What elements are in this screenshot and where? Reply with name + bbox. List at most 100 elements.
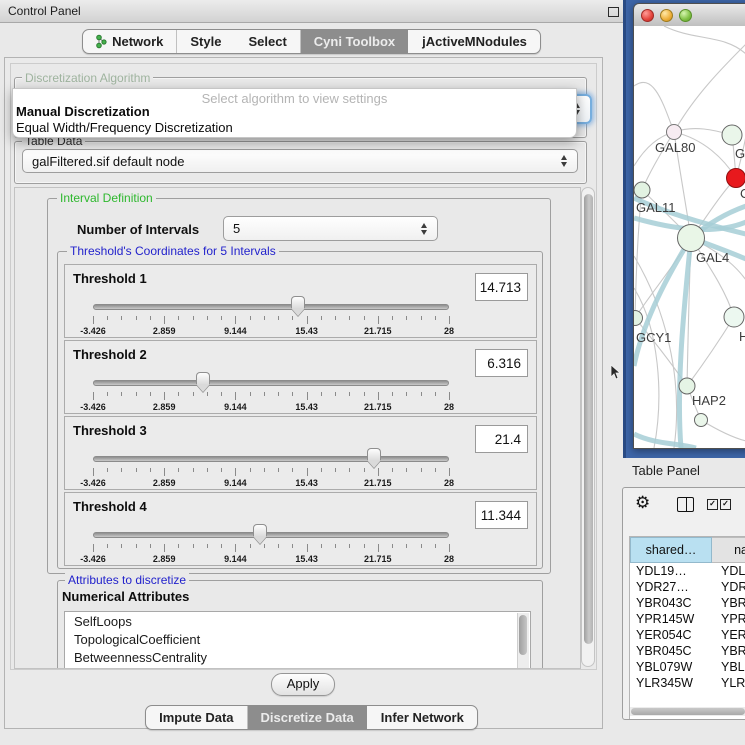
threshold-value-field[interactable]: 14.713: [475, 273, 528, 301]
table-row[interactable]: YBL079WYBL0: [630, 660, 745, 676]
network-node-gal80[interactable]: [667, 125, 682, 140]
tick-label: 28: [444, 326, 454, 336]
tick-mark: [150, 544, 151, 548]
combo-arrows-icon: [561, 155, 568, 167]
node-label: GAL80: [655, 140, 695, 155]
tick-mark: [406, 392, 407, 396]
tab-cyni-toolbox[interactable]: Cyni Toolbox: [300, 30, 408, 53]
cell-shared-name: YDL19…: [630, 564, 713, 580]
tick-mark: [207, 316, 208, 320]
minimize-traffic-light[interactable]: [660, 9, 673, 22]
number-of-intervals-combobox[interactable]: 5: [223, 216, 438, 241]
tick-mark: [264, 468, 265, 472]
close-traffic-light[interactable]: [641, 9, 654, 22]
slider-track[interactable]: [93, 380, 449, 386]
checkbox-icon[interactable]: ✓: [707, 499, 718, 510]
cell-shared-name: YPR145W: [630, 612, 713, 628]
zoom-traffic-light[interactable]: [679, 9, 692, 22]
network-edge[interactable]: [674, 44, 745, 132]
tick-mark: [178, 544, 179, 548]
table-row[interactable]: YBR045CYBR0: [630, 644, 745, 660]
algorithm-option-equal-width-frequency-discretization[interactable]: Equal Width/Frequency Discretization: [16, 120, 233, 135]
tick-mark: [449, 544, 450, 552]
network-node-c[interactable]: [727, 169, 745, 188]
tab-discretize-data[interactable]: Discretize Data: [247, 706, 367, 729]
slider-thumb[interactable]: [196, 372, 210, 393]
attribute-item-topologicalcoefficient[interactable]: TopologicalCoefficient: [65, 630, 530, 648]
attributes-scrollbar[interactable]: [517, 613, 529, 669]
cell-name: YIL0: [713, 692, 745, 693]
table-row[interactable]: YPR145WYPR1: [630, 612, 745, 628]
tab-infer-network[interactable]: Infer Network: [367, 706, 477, 729]
attributes-group-label: Attributes to discretize: [65, 573, 189, 587]
tick-mark: [349, 544, 350, 548]
network-edge[interactable]: [687, 317, 734, 386]
tab-style[interactable]: Style: [176, 30, 234, 53]
settings-vertical-scrollbar[interactable]: [581, 187, 595, 667]
tab-select[interactable]: Select: [234, 30, 299, 53]
gear-icon[interactable]: ⚙: [635, 493, 650, 513]
threshold-slider[interactable]: -3.4262.8599.14415.4321.71528: [93, 523, 449, 563]
table-row[interactable]: YER054CYER0: [630, 628, 745, 644]
network-edge[interactable]: [634, 434, 696, 448]
table-row[interactable]: YLR345WYLR3: [630, 676, 745, 692]
table-row[interactable]: YDL19…YDL1: [630, 564, 745, 580]
threshold-value-field[interactable]: 11.344: [475, 501, 528, 529]
attribute-item-betweennesscentrality[interactable]: BetweennessCentrality: [65, 648, 530, 666]
tick-mark: [107, 544, 108, 548]
slider-thumb[interactable]: [367, 448, 381, 469]
float-window-icon[interactable]: [608, 7, 619, 17]
network-node-gal4[interactable]: [678, 225, 705, 252]
threshold-value-field[interactable]: 6.316: [475, 349, 528, 377]
node-label: GAL11: [636, 200, 676, 215]
slider-track[interactable]: [93, 304, 449, 310]
checkbox-icon[interactable]: ✓: [720, 499, 731, 510]
network-node-g-[interactable]: [722, 125, 742, 145]
scrollbar-thumb[interactable]: [584, 194, 593, 644]
slider-track[interactable]: [93, 456, 449, 462]
network-node-gal11[interactable]: [634, 182, 650, 198]
tick-mark: [321, 468, 322, 472]
network-edge[interactable]: [634, 82, 674, 132]
column-header-name[interactable]: na: [712, 537, 745, 563]
network-edge[interactable]: [664, 26, 745, 54]
node-label: GAL4: [696, 250, 729, 265]
slider-thumb[interactable]: [291, 296, 305, 317]
threshold-slider[interactable]: -3.4262.8599.14415.4321.71528: [93, 447, 449, 487]
network-window-titlebar[interactable]: [634, 4, 745, 27]
node-table: shared… na YDL19…YDL1YDR27…YDR2YBR043CYB…: [629, 536, 745, 719]
numerical-attributes-list[interactable]: SelfLoopsTopologicalCoefficientBetweenne…: [64, 611, 531, 669]
table-horizontal-scrollbar[interactable]: [630, 707, 745, 716]
tab-network[interactable]: Network: [83, 30, 176, 53]
network-edge[interactable]: [679, 238, 691, 448]
tick-mark: [250, 316, 251, 320]
table-data-combobox[interactable]: galFiltered.sif default node: [22, 149, 578, 173]
table-row[interactable]: YBR043CYBR0: [630, 596, 745, 612]
network-node-gcy1[interactable]: [634, 311, 643, 326]
table-row[interactable]: YDR27…YDR2: [630, 580, 745, 596]
threshold-value-field[interactable]: 21.4: [475, 425, 528, 453]
network-node-h[interactable]: [724, 307, 744, 327]
network-edge[interactable]: [701, 420, 745, 441]
slider-track[interactable]: [93, 532, 449, 538]
algorithm-option-manual-discretization[interactable]: Manual Discretization: [16, 104, 150, 119]
column-layout-icon[interactable]: [677, 497, 694, 512]
apply-button[interactable]: Apply: [271, 673, 335, 696]
network-node-hap2[interactable]: [679, 378, 695, 394]
network-node[interactable]: [695, 414, 708, 427]
network-canvas[interactable]: GAL80G.CGAL11GAL4GCY1HHAP2: [634, 26, 745, 448]
slider-tick-labels: -3.4262.8599.14415.4321.71528: [93, 326, 449, 336]
scrollbar-thumb[interactable]: [631, 708, 745, 715]
scrollbar-thumb[interactable]: [519, 615, 527, 655]
table-row[interactable]: YIL053CYIL0: [630, 692, 745, 693]
tab-jactivemnodules[interactable]: jActiveMNodules: [408, 30, 540, 53]
tab-impute-data[interactable]: Impute Data: [146, 706, 246, 729]
mouse-cursor: [610, 364, 622, 380]
slider-thumb[interactable]: [253, 524, 267, 545]
threshold-slider[interactable]: -3.4262.8599.14415.4321.71528: [93, 371, 449, 411]
column-header-shared-name[interactable]: shared…: [630, 537, 712, 563]
threshold-slider[interactable]: -3.4262.8599.14415.4321.71528: [93, 295, 449, 335]
tick-mark: [435, 468, 436, 472]
top-tab-group: NetworkStyleSelectCyni ToolboxjActiveMNo…: [82, 29, 541, 54]
attribute-item-selfloops[interactable]: SelfLoops: [65, 612, 530, 630]
